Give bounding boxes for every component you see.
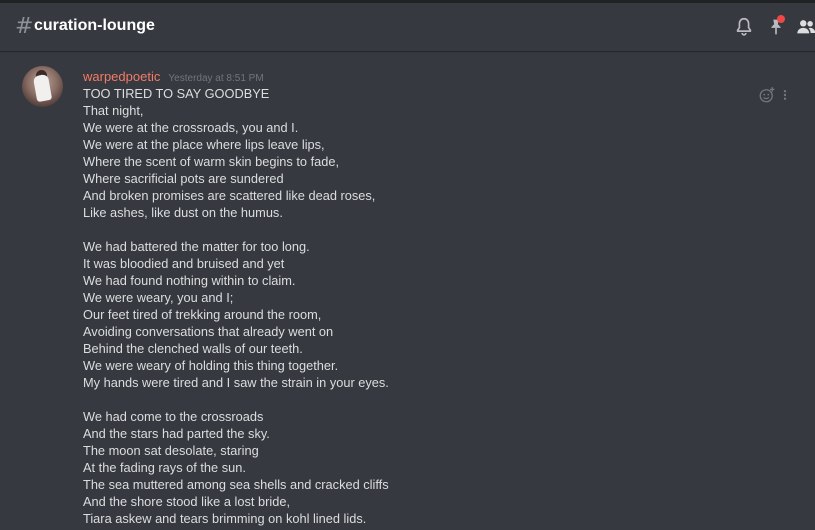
message-line: My hands were tired and I saw the strain… (83, 375, 389, 390)
message-line: Like ashes, like dust on the humus. (83, 205, 283, 220)
channel-header: # curation-lounge (0, 3, 815, 51)
message-line: We were weary, you and I; (83, 290, 234, 305)
timestamp: Yesterday at 8:51 PM (168, 73, 264, 84)
message-actions (758, 86, 798, 106)
chat-message: warpedpoetic Yesterday at 8:51 PM TOO TI… (0, 58, 815, 530)
message-line: Behind the clenched walls of our teeth. (83, 341, 303, 356)
message-line: Avoiding conversations that already went… (83, 324, 334, 339)
pinned-messages-button[interactable] (765, 15, 787, 38)
message-line: The moon sat desolate, staring (83, 443, 259, 458)
message-line: TOO TIRED TO SAY GOODBYE (83, 86, 270, 101)
username[interactable]: warpedpoetic (83, 69, 160, 84)
message-line: Tiara askew and tears brimming on kohl l… (83, 511, 367, 526)
stanza-break (83, 391, 733, 408)
message-content: TOO TIRED TO SAY GOODBYE That night, We … (83, 85, 733, 527)
message-line: At the fading rays of the sun. (83, 460, 246, 475)
bell-icon (736, 17, 752, 36)
pin-notification-dot (777, 15, 785, 23)
members-icon (797, 20, 815, 34)
message-line: Where sacrificial pots are sundered (83, 171, 284, 186)
member-list-button[interactable] (795, 16, 815, 38)
message-line: We had battered the matter for too long. (83, 239, 310, 254)
message-line: And broken promises are scattered like d… (83, 188, 376, 203)
channel-name: curation-lounge (34, 17, 155, 34)
message-line: We were at the place where lips leave li… (83, 137, 325, 152)
avatar-figure-body (32, 73, 53, 103)
more-options-button[interactable] (779, 86, 791, 104)
add-reaction-icon (759, 87, 775, 103)
message-header: warpedpoetic Yesterday at 8:51 PM (83, 66, 264, 84)
message-line: We had found nothing within to claim. (83, 273, 296, 288)
message-line: The sea muttered among sea shells and cr… (83, 477, 389, 492)
add-reaction-button[interactable] (758, 86, 776, 104)
more-options-icon (783, 90, 787, 100)
stanza-break (83, 221, 733, 238)
channel-hash-icon: # (15, 14, 34, 39)
message-line: It was bloodied and bruised and yet (83, 256, 285, 271)
message-line: Our feet tired of trekking around the ro… (83, 307, 322, 322)
avatar[interactable] (22, 66, 63, 107)
message-line: We had come to the crossroads (83, 409, 264, 424)
message-line: And the shore stood like a lost bride, (83, 494, 291, 509)
message-line: And the stars had parted the sky. (83, 426, 270, 441)
message-line: Where the scent of warm skin begins to f… (83, 154, 340, 169)
message-line: That night, (83, 103, 144, 118)
notification-bell-button[interactable] (733, 16, 755, 38)
message-line: We were at the crossroads, you and I. (83, 120, 299, 135)
message-line: We were weary of holding this thing toge… (83, 358, 339, 373)
discord-window: # curation-lounge warpedpoetic Yesterday… (0, 0, 815, 530)
